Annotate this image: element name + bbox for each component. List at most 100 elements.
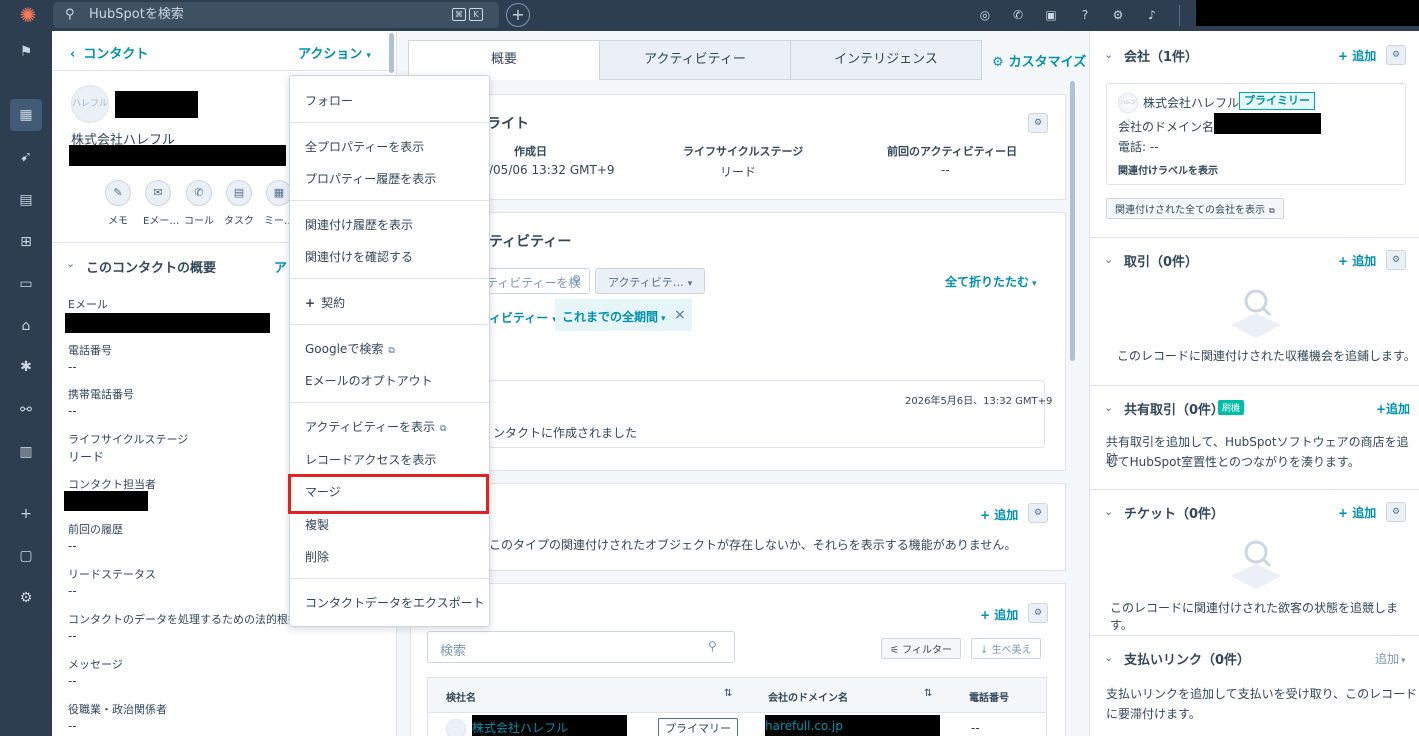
column-header-phone[interactable]: 電話番号: [969, 689, 1009, 704]
property-value-phone[interactable]: --: [68, 360, 77, 374]
chevron-down-icon[interactable]: ⌄: [1104, 651, 1113, 664]
deals-section-title[interactable]: 取引（0件）: [1124, 251, 1198, 270]
view-all-companies-button[interactable]: 関連付けされた全ての会社を表示 ⧉: [1106, 198, 1284, 219]
global-search-input[interactable]: ⚲ HubSpotを検索 ⌘ K: [53, 2, 499, 28]
collapse-all-link[interactable]: 全て折りたたむ ▾: [945, 273, 1037, 290]
add-deal-button[interactable]: + 追加: [1338, 252, 1376, 269]
table-search-input[interactable]: 検索 ⚲: [427, 631, 735, 663]
bookmark-icon[interactable]: ⚑: [14, 40, 38, 64]
create-new-button[interactable]: +: [506, 3, 530, 27]
menu-item-record-access[interactable]: レコードアクセスを表示: [305, 451, 436, 468]
sort-button[interactable]: ↓ 生べ美え: [971, 638, 1041, 659]
property-value-legal-basis[interactable]: --: [68, 629, 77, 643]
time-range-filter[interactable]: これまでの全期間 ▾: [555, 299, 692, 331]
help-icon[interactable]: ?: [1076, 6, 1094, 24]
menu-item-delete[interactable]: 削除: [305, 548, 329, 565]
activity-type-filter[interactable]: アクティビテ… ▾: [595, 268, 705, 294]
data-management-icon[interactable]: ⚯: [14, 398, 38, 422]
marketing-icon[interactable]: ➹: [14, 145, 38, 169]
add-payment-link-button[interactable]: 追加 ▾: [1375, 650, 1406, 667]
customize-button[interactable]: ⚙ カスタマイズ: [992, 51, 1086, 70]
property-value-political[interactable]: --: [68, 719, 77, 733]
menu-item-google-search[interactable]: Googleで検索 ⧉: [305, 340, 395, 357]
card-settings-gear-icon[interactable]: ⚙: [1028, 503, 1048, 523]
note-action[interactable]: ✎ メモ: [103, 180, 133, 227]
app-marketplace-icon[interactable]: ▣: [1042, 6, 1060, 24]
back-to-contacts-link[interactable]: ‹ コンタクト: [70, 43, 148, 62]
settings-gear-icon[interactable]: ⚙: [1109, 6, 1127, 24]
activity-type-dropdown[interactable]: ィビティー▾: [489, 309, 557, 326]
shared-deals-section-title[interactable]: 共有取引（0件）: [1124, 399, 1224, 418]
company-card-name[interactable]: 株式会社ハレフル: [1143, 94, 1239, 111]
automation-icon[interactable]: ✱: [14, 355, 38, 379]
phone-icon[interactable]: ✆: [1009, 6, 1027, 24]
menu-item-clone[interactable]: 複製: [305, 516, 329, 533]
property-value-mobile[interactable]: --: [68, 404, 77, 418]
sales-icon[interactable]: ▭: [14, 272, 38, 296]
menu-item-follow[interactable]: フォロー: [305, 92, 353, 109]
column-header-domain[interactable]: 会社のドメイン名: [768, 689, 848, 704]
call-action[interactable]: ✆ コール: [184, 180, 214, 227]
about-section-title[interactable]: このコンタクトの概要: [86, 257, 216, 276]
add-company-button[interactable]: + 追加: [1338, 47, 1376, 64]
menu-item-view-all-properties[interactable]: 全プロパティーを表示: [305, 138, 424, 155]
column-header-company[interactable]: 検社名: [446, 689, 476, 704]
chevron-down-icon[interactable]: ⌄: [1104, 253, 1113, 266]
sort-arrows-icon[interactable]: ⇅: [924, 688, 932, 699]
chevron-down-icon[interactable]: ⌄: [1104, 505, 1113, 518]
content-icon[interactable]: ▤: [14, 188, 38, 212]
card-settings-gear-icon[interactable]: ⚙: [1028, 113, 1048, 133]
section-settings-gear-icon[interactable]: ⚙: [1386, 250, 1406, 270]
crm-contacts-icon[interactable]: ▦: [10, 99, 42, 131]
commerce-icon[interactable]: ⊞: [14, 230, 38, 254]
section-settings-gear-icon[interactable]: ⚙: [1386, 502, 1406, 522]
menu-item-property-history[interactable]: プロパティー履歴を表示: [305, 170, 436, 187]
section-settings-gear-icon[interactable]: ⚙: [1386, 45, 1406, 65]
clear-filter-close-icon[interactable]: ×: [674, 307, 686, 323]
about-actions-link[interactable]: ア: [274, 257, 287, 276]
tickets-section-title[interactable]: チケット（0件）: [1124, 503, 1224, 522]
add-ticket-button[interactable]: + 追加: [1338, 504, 1376, 521]
menu-item-view-activities[interactable]: アクティビティーを表示 ⧉: [305, 418, 446, 435]
chevron-down-icon[interactable]: ⌄: [1104, 48, 1113, 61]
email-action[interactable]: ✉ Eメー…: [143, 180, 179, 227]
tab-overview[interactable]: 概要: [408, 40, 600, 80]
menu-item-enroll[interactable]: + 契約: [305, 294, 345, 311]
property-value-lifecycle[interactable]: リード: [68, 448, 104, 465]
chevron-down-icon[interactable]: ⌄: [66, 257, 75, 270]
companies-section-title[interactable]: 会社（1件）: [1124, 46, 1198, 65]
add-shared-deal-button[interactable]: +追加: [1376, 400, 1410, 417]
reporting-icon[interactable]: ▥: [14, 440, 38, 464]
actions-dropdown-button[interactable]: アクション ▾: [298, 43, 371, 62]
add-shortcut-icon[interactable]: +: [14, 502, 38, 526]
property-value-last-history[interactable]: --: [68, 539, 77, 553]
view-association-labels-link[interactable]: 関連付けラベルを表示: [1118, 162, 1218, 177]
library-icon[interactable]: ▢: [14, 544, 38, 568]
center-scrollbar[interactable]: [1070, 81, 1075, 361]
chevron-down-icon[interactable]: ⌄: [1104, 401, 1113, 414]
property-value-lead-status[interactable]: --: [68, 584, 77, 598]
task-action[interactable]: ▤ タスク: [224, 180, 254, 227]
tab-intelligence[interactable]: インテリジェンス: [790, 40, 982, 80]
menu-item-email-optout[interactable]: Eメールのオプトアウト: [305, 372, 433, 389]
company-domain-link[interactable]: harefull.co.jp: [765, 715, 940, 736]
add-company-button[interactable]: + 追加: [980, 606, 1018, 623]
sort-arrows-icon[interactable]: ⇅: [724, 688, 732, 699]
company-name-link[interactable]: 株式会社ハレフル: [472, 715, 627, 736]
service-icon[interactable]: ⌂: [14, 314, 38, 338]
add-association-button[interactable]: + 追加: [980, 506, 1018, 523]
menu-item-review-associations[interactable]: 関連付けを確認する: [305, 248, 413, 265]
settings-icon[interactable]: ⚙: [14, 586, 38, 610]
notifications-bell-icon[interactable]: ♪: [1143, 6, 1161, 24]
menu-item-export-contact[interactable]: コンタクトデータをエクスポート: [305, 594, 485, 611]
payment-links-section-title[interactable]: 支払いリンク（0件）: [1124, 649, 1250, 668]
marketplace-icon[interactable]: ◎: [976, 6, 994, 24]
activity-item[interactable]: 2026年5月6日、13:32 GMT+9 ンタクトに作成されました: [479, 380, 1052, 448]
left-panel-scrollbar[interactable]: [389, 33, 394, 73]
menu-item-association-history[interactable]: 関連付け履歴を表示: [305, 216, 413, 233]
tab-activities[interactable]: アクティビティー: [599, 40, 791, 80]
hubspot-logo-icon[interactable]: ✺: [17, 4, 39, 26]
card-settings-gear-icon[interactable]: ⚙: [1028, 603, 1048, 623]
filter-button[interactable]: ⚟ フィルター: [881, 638, 961, 659]
property-value-message[interactable]: --: [68, 674, 77, 688]
